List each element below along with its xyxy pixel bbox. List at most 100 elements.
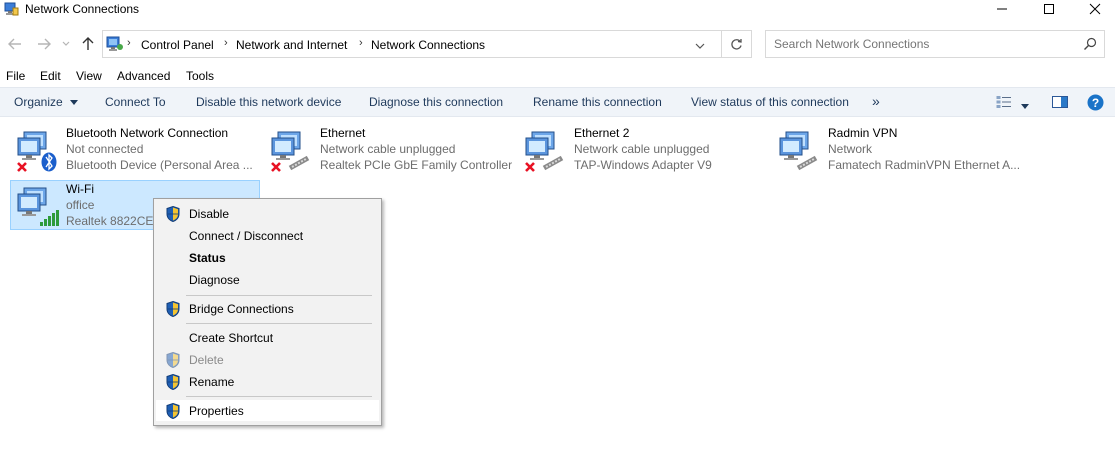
wifi-adapter-icon bbox=[17, 187, 59, 226]
menu-item-label: Create Shortcut bbox=[189, 331, 274, 345]
svg-text:?: ? bbox=[1092, 96, 1099, 110]
control-panel-icon bbox=[106, 36, 123, 51]
menu-item-diagnose[interactable]: Diagnose bbox=[156, 269, 379, 290]
connection-status: Not connected bbox=[66, 142, 144, 156]
menu-tools[interactable]: Tools bbox=[186, 69, 214, 83]
connection-status: Network cable unplugged bbox=[574, 142, 710, 156]
maximize-icon bbox=[1044, 4, 1054, 14]
refresh-button[interactable] bbox=[722, 30, 752, 58]
command-bar: Organize Connect To Disable this network… bbox=[0, 87, 1115, 117]
forward-button[interactable] bbox=[36, 35, 52, 53]
connection-device: Bluetooth Device (Personal Area ... bbox=[66, 158, 253, 172]
uac-shield-icon bbox=[166, 301, 180, 317]
address-bar[interactable]: › Control Panel › Network and Internet ›… bbox=[102, 30, 722, 58]
change-view-button[interactable] bbox=[996, 95, 1012, 112]
details-view-icon bbox=[996, 96, 1011, 108]
organize-button[interactable]: Organize bbox=[14, 95, 79, 109]
breadcrumb-separator: › bbox=[359, 37, 363, 49]
forward-arrow-icon bbox=[38, 38, 51, 50]
menu-item-label: Bridge Connections bbox=[189, 302, 294, 316]
menu-item-disable[interactable]: Disable bbox=[156, 203, 379, 224]
minimize-icon bbox=[997, 8, 1007, 10]
connection-status: Network cable unplugged bbox=[320, 142, 456, 156]
connection-radmin-vpn[interactable]: Radmin VPN Network Famatech RadminVPN Et… bbox=[772, 124, 1022, 174]
ethernet-adapter-icon bbox=[271, 131, 310, 172]
close-window-button[interactable] bbox=[1072, 0, 1115, 18]
menu-separator bbox=[186, 396, 372, 397]
minimize-button[interactable] bbox=[979, 0, 1025, 18]
connection-device: Realtek PCIe GbE Family Controller bbox=[320, 158, 513, 172]
breadcrumb-separator: › bbox=[224, 37, 228, 49]
preview-pane-button[interactable] bbox=[1052, 96, 1068, 111]
caret-down-icon bbox=[1021, 104, 1029, 109]
bluetooth-adapter-icon bbox=[17, 131, 57, 172]
connection-status: Network bbox=[828, 142, 873, 156]
recent-locations-button[interactable] bbox=[60, 35, 72, 53]
window-title: Network Connections bbox=[25, 2, 140, 16]
menu-item-label: Status bbox=[189, 251, 226, 265]
menu-item-connect-disconnect[interactable]: Connect / Disconnect bbox=[156, 225, 379, 246]
connection-device: TAP-Windows Adapter V9 bbox=[574, 158, 712, 172]
view-options-dropdown[interactable] bbox=[1021, 99, 1029, 113]
context-menu: Disable Connect / Disconnect Status Diag… bbox=[153, 198, 382, 426]
up-arrow-icon bbox=[82, 37, 94, 50]
search-input[interactable] bbox=[766, 31, 1076, 57]
preview-pane-icon bbox=[1052, 96, 1068, 108]
menu-view[interactable]: View bbox=[76, 69, 102, 83]
uac-shield-icon bbox=[166, 403, 180, 419]
disable-device-button[interactable]: Disable this network device bbox=[196, 95, 341, 109]
menu-item-bridge-connections[interactable]: Bridge Connections bbox=[156, 298, 379, 319]
diagnose-connection-button[interactable]: Diagnose this connection bbox=[369, 95, 503, 109]
caret-down-icon bbox=[70, 99, 79, 105]
uac-shield-icon bbox=[166, 206, 180, 222]
back-button[interactable] bbox=[7, 35, 23, 53]
connection-status: office bbox=[66, 198, 95, 212]
menu-item-delete[interactable]: Delete bbox=[156, 349, 379, 370]
menu-advanced[interactable]: Advanced bbox=[117, 69, 170, 83]
search-box[interactable] bbox=[765, 30, 1105, 58]
menu-item-label: Connect / Disconnect bbox=[189, 229, 304, 243]
connection-device: Famatech RadminVPN Ethernet A... bbox=[828, 158, 1021, 172]
ethernet-adapter-icon bbox=[525, 131, 564, 172]
menu-item-properties[interactable]: Properties bbox=[156, 400, 379, 421]
menu-edit[interactable]: Edit bbox=[40, 69, 61, 83]
menu-item-create-shortcut[interactable]: Create Shortcut bbox=[156, 327, 379, 348]
breadcrumb-network-connections[interactable]: Network Connections bbox=[371, 38, 485, 52]
menu-bar: File Edit View Advanced Tools bbox=[0, 67, 400, 85]
network-connections-icon bbox=[4, 2, 19, 16]
connection-ethernet-2[interactable]: Ethernet 2 Network cable unplugged TAP-W… bbox=[518, 124, 768, 174]
up-button[interactable] bbox=[80, 35, 96, 53]
uac-shield-icon bbox=[166, 352, 180, 368]
connect-to-button[interactable]: Connect To bbox=[105, 95, 166, 109]
view-status-button[interactable]: View status of this connection bbox=[691, 95, 849, 109]
breadcrumb-separator: › bbox=[127, 37, 131, 49]
vpn-adapter-icon bbox=[779, 131, 818, 171]
chevron-down-icon bbox=[62, 41, 70, 46]
rename-connection-button[interactable]: Rename this connection bbox=[533, 95, 662, 109]
help-button[interactable]: ? bbox=[1087, 94, 1104, 114]
maximize-button[interactable] bbox=[1026, 0, 1072, 18]
connection-name: Bluetooth Network Connection bbox=[66, 126, 229, 140]
back-arrow-icon bbox=[8, 38, 21, 50]
menu-file[interactable]: File bbox=[6, 69, 25, 83]
search-icon bbox=[1084, 37, 1097, 50]
menu-item-status[interactable]: Status bbox=[156, 247, 379, 268]
connection-ethernet[interactable]: Ethernet Network cable unplugged Realtek… bbox=[264, 124, 514, 174]
breadcrumb-control-panel[interactable]: Control Panel bbox=[141, 38, 214, 52]
menu-separator bbox=[186, 295, 372, 296]
menu-item-label: Diagnose bbox=[189, 273, 240, 287]
menu-item-label: Properties bbox=[189, 404, 244, 418]
connection-name: Ethernet bbox=[320, 126, 366, 140]
connection-name: Ethernet 2 bbox=[574, 126, 630, 140]
help-icon: ? bbox=[1087, 94, 1104, 111]
menu-item-rename[interactable]: Rename bbox=[156, 371, 379, 392]
organize-label: Organize bbox=[14, 95, 63, 109]
connection-name: Radmin VPN bbox=[828, 126, 898, 140]
breadcrumb-network-and-internet[interactable]: Network and Internet bbox=[236, 38, 347, 52]
menu-item-label: Disable bbox=[189, 207, 230, 221]
close-icon bbox=[1089, 3, 1101, 15]
address-dropdown-button[interactable] bbox=[695, 39, 709, 51]
more-commands-button[interactable]: » bbox=[872, 93, 880, 109]
menu-separator bbox=[186, 323, 372, 324]
connection-bluetooth[interactable]: Bluetooth Network Connection Not connect… bbox=[10, 124, 260, 174]
